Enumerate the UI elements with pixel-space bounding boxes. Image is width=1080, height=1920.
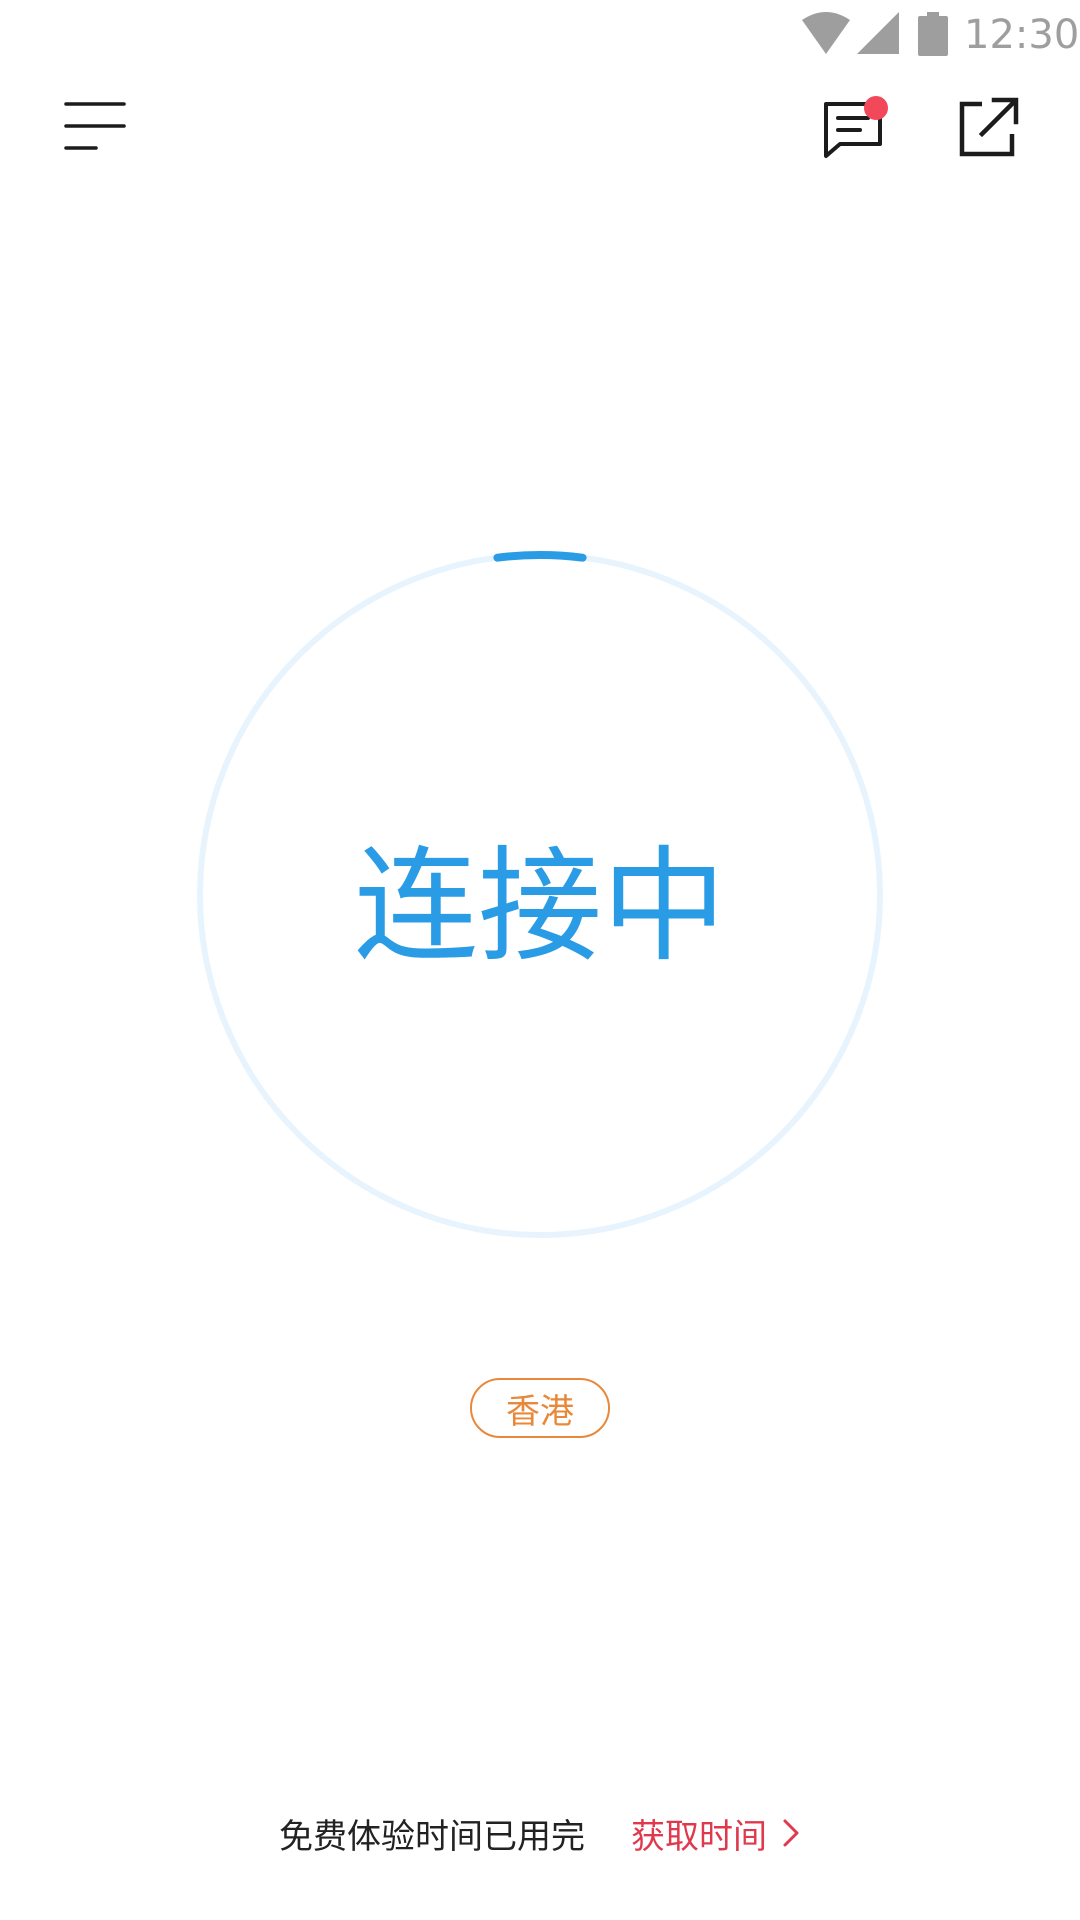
battery-icon — [918, 12, 948, 56]
footer: 免费体验时间已用完 获取时间 — [0, 1805, 1080, 1861]
region-selector[interactable]: 香港 — [470, 1378, 610, 1438]
menu-button[interactable] — [60, 92, 132, 164]
trial-expired-message: 免费体验时间已用完 — [279, 1816, 585, 1857]
cellular-signal-icon — [857, 12, 899, 54]
status-bar: 12:30 — [0, 0, 1080, 72]
connect-ring[interactable]: 连接中 — [190, 545, 890, 1245]
connection-status-text: 连接中 — [353, 835, 726, 979]
hamburger-menu-icon — [64, 102, 126, 150]
status-time: 12:30 — [964, 12, 1080, 58]
unread-badge-dot — [864, 96, 888, 120]
message-button[interactable] — [818, 92, 894, 164]
share-button[interactable] — [952, 92, 1024, 164]
external-link-icon — [959, 97, 1019, 157]
chevron-right-icon — [783, 1819, 799, 1847]
get-time-link[interactable]: 获取时间 — [631, 1809, 801, 1858]
get-time-label: 获取时间 — [631, 1816, 767, 1857]
wifi-icon — [802, 12, 850, 54]
